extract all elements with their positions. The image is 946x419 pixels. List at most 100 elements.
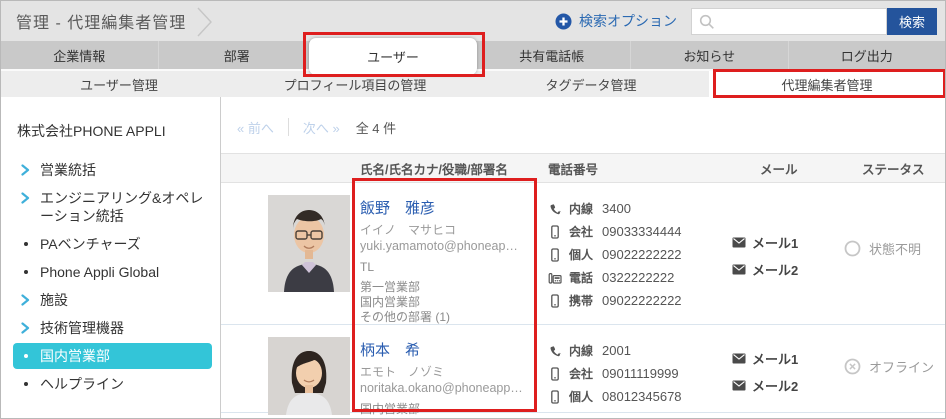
mail-link-1[interactable]: メール1: [732, 349, 836, 368]
bullet-icon: [24, 354, 28, 358]
sidebar-item-phone-appli-global[interactable]: Phone Appli Global: [13, 259, 212, 285]
user-name-link[interactable]: 飯野 雅彦: [360, 197, 435, 218]
name-cell: 柄本 希 エモト ノゾミ noritaka.okano@phoneapp… 国内…: [360, 337, 548, 416]
phone-number: 09033334444: [602, 224, 682, 239]
mobile-icon: [551, 247, 559, 262]
body: 株式会社PHONE APPLI 営業統括 エンジニアリング&オペレーション統括 …: [1, 97, 945, 418]
mail-label: メール1: [752, 352, 799, 367]
handset-icon: [550, 345, 562, 356]
company-name: 株式会社PHONE APPLI: [17, 123, 166, 139]
envelope-icon: [732, 380, 746, 391]
next-page-link[interactable]: 次へ »: [303, 118, 340, 137]
pagination-divider: [287, 118, 289, 136]
sidebar-item-label: エンジニアリング&オペレーション統括: [40, 190, 204, 224]
deskphone-icon: [548, 272, 562, 284]
breadcrumb-chevron-icon: [197, 7, 213, 37]
prev-page-link[interactable]: « 前へ: [237, 118, 274, 137]
bullet-icon: [24, 242, 28, 246]
pagination: « 前へ 次へ » 全 4 件: [221, 97, 945, 137]
chevron-right-icon: [21, 192, 30, 204]
phone-line: 会社 09011119999: [548, 365, 732, 382]
phone-number: 0322222222: [602, 270, 675, 285]
phone-label: 個人: [569, 248, 594, 262]
mobile-icon: [551, 366, 559, 381]
name-cell: 飯野 雅彦 イイノ マサヒコ yuki.yamamoto@phoneap… TL…: [360, 195, 548, 324]
phone-line: 電話 0322222222: [548, 269, 732, 286]
handset-icon: [550, 203, 562, 214]
tab-company-info[interactable]: 企業情報: [1, 41, 158, 69]
phone-cell: 内線 2001 会社 09011119999 個人 08012345678: [548, 337, 732, 412]
profile-photo: [268, 337, 350, 415]
chevron-right-icon: [21, 164, 30, 176]
total-count: 全 4 件: [355, 120, 397, 136]
org-sidebar: 株式会社PHONE APPLI 営業統括 エンジニアリング&オペレーション統括 …: [1, 97, 221, 418]
mail-link-2[interactable]: メール2: [732, 376, 836, 395]
tab-shared-phonebook[interactable]: 共有電話帳: [472, 41, 631, 69]
subtab-user-management[interactable]: ユーザー管理: [1, 71, 237, 97]
main-tab-bar: 企業情報 部署 共有電話帳 お知らせ ログ出力 ユーザー: [1, 38, 946, 75]
mail-label: メール2: [752, 263, 799, 278]
user-name-link[interactable]: 柄本 希: [360, 339, 420, 360]
status-cell: オフライン: [836, 357, 945, 376]
status-label: オフライン: [869, 360, 935, 375]
sidebar-item-label: ヘルプライン: [40, 376, 124, 392]
sidebar-item-engineering-operations[interactable]: エンジニアリング&オペレーション統括: [13, 185, 212, 229]
chevron-right-icon: [21, 322, 30, 334]
phone-line: 携帯 09022222222: [548, 292, 732, 309]
search-options-link[interactable]: 検索オプション: [555, 11, 677, 31]
subtab-tag-data[interactable]: タグデータ管理: [473, 71, 709, 97]
sidebar-item-pa-ventures[interactable]: PAベンチャーズ: [13, 231, 212, 257]
tab-notice[interactable]: お知らせ: [630, 41, 788, 69]
header-status: ステータス: [862, 162, 925, 177]
phone-cell: 内線 3400 会社 09033334444 個人 09022222222 電話…: [548, 195, 732, 324]
header-mail: メール: [760, 162, 798, 177]
table-row: 飯野 雅彦 イイノ マサヒコ yuki.yamamoto@phoneap… TL…: [221, 183, 945, 325]
user-department: その他の部署 (1): [360, 310, 451, 324]
user-email: noritaka.okano@phoneapp…: [360, 381, 523, 395]
phone-label: 電話: [569, 271, 594, 285]
sidebar-item-helpline[interactable]: ヘルプライン: [13, 371, 212, 397]
admin-console-window: 管理 - 代理編集者管理 検索オプション 検索 企業情報 部署 共有電話帳 お知…: [0, 0, 946, 419]
tab-log-output[interactable]: ログ出力: [787, 41, 946, 69]
sidebar-item-label: Phone Appli Global: [40, 264, 160, 280]
chevron-right-icon: [21, 294, 30, 306]
user-department: 第一営業部: [360, 280, 421, 294]
search-box: [691, 7, 887, 35]
header-phone: 電話番号: [548, 162, 599, 177]
mail-link-2[interactable]: メール2: [732, 260, 836, 279]
sidebar-item-label: 営業統括: [40, 162, 96, 178]
sidebar-item-facilities[interactable]: 施設: [13, 287, 212, 313]
status-cell: 状態不明: [836, 239, 945, 258]
phone-number: 2001: [602, 343, 631, 358]
tab-department[interactable]: 部署: [157, 41, 316, 69]
phone-line: 内線 2001: [548, 342, 732, 359]
mail-cell: メール1 メール2: [732, 337, 836, 412]
mail-link-1[interactable]: メール1: [732, 233, 836, 252]
mobile-icon: [551, 293, 559, 308]
table-row: 柄本 希 エモト ノゾミ noritaka.okano@phoneapp… 国内…: [221, 325, 945, 416]
mail-label: メール2: [752, 379, 799, 394]
mobile-icon: [551, 389, 559, 404]
status-label: 状態不明: [869, 242, 922, 257]
status-unknown-icon: [844, 240, 861, 257]
sidebar-item-sales-division[interactable]: 営業統括: [13, 157, 212, 183]
phone-label: 個人: [569, 390, 594, 404]
user-kana: エモト ノゾミ: [360, 365, 445, 379]
user-department: 国内営業部: [360, 402, 421, 416]
page-title: 管理 - 代理編集者管理: [16, 15, 187, 32]
envelope-icon: [732, 237, 746, 248]
mail-cell: メール1 メール2: [732, 195, 836, 324]
phone-line: 会社 09033334444: [548, 223, 732, 240]
bullet-icon: [24, 382, 28, 386]
search-input[interactable]: [691, 7, 887, 35]
sidebar-item-tech-equipment[interactable]: 技術管理機器: [13, 315, 212, 341]
mail-label: メール1: [752, 236, 799, 251]
tab-user-active[interactable]: ユーザー: [309, 38, 477, 75]
search-button[interactable]: 検索: [887, 7, 937, 35]
phone-number: 08012345678: [602, 389, 682, 404]
header-name: 氏名/氏名カナ/役職/部署名: [360, 162, 508, 177]
phone-number: 09022222222: [602, 247, 682, 262]
subtab-proxy-editor-active[interactable]: 代理編集者管理: [709, 71, 945, 97]
user-job-title: TL: [360, 260, 375, 274]
sidebar-item-domestic-sales-selected[interactable]: 国内営業部: [13, 343, 212, 369]
